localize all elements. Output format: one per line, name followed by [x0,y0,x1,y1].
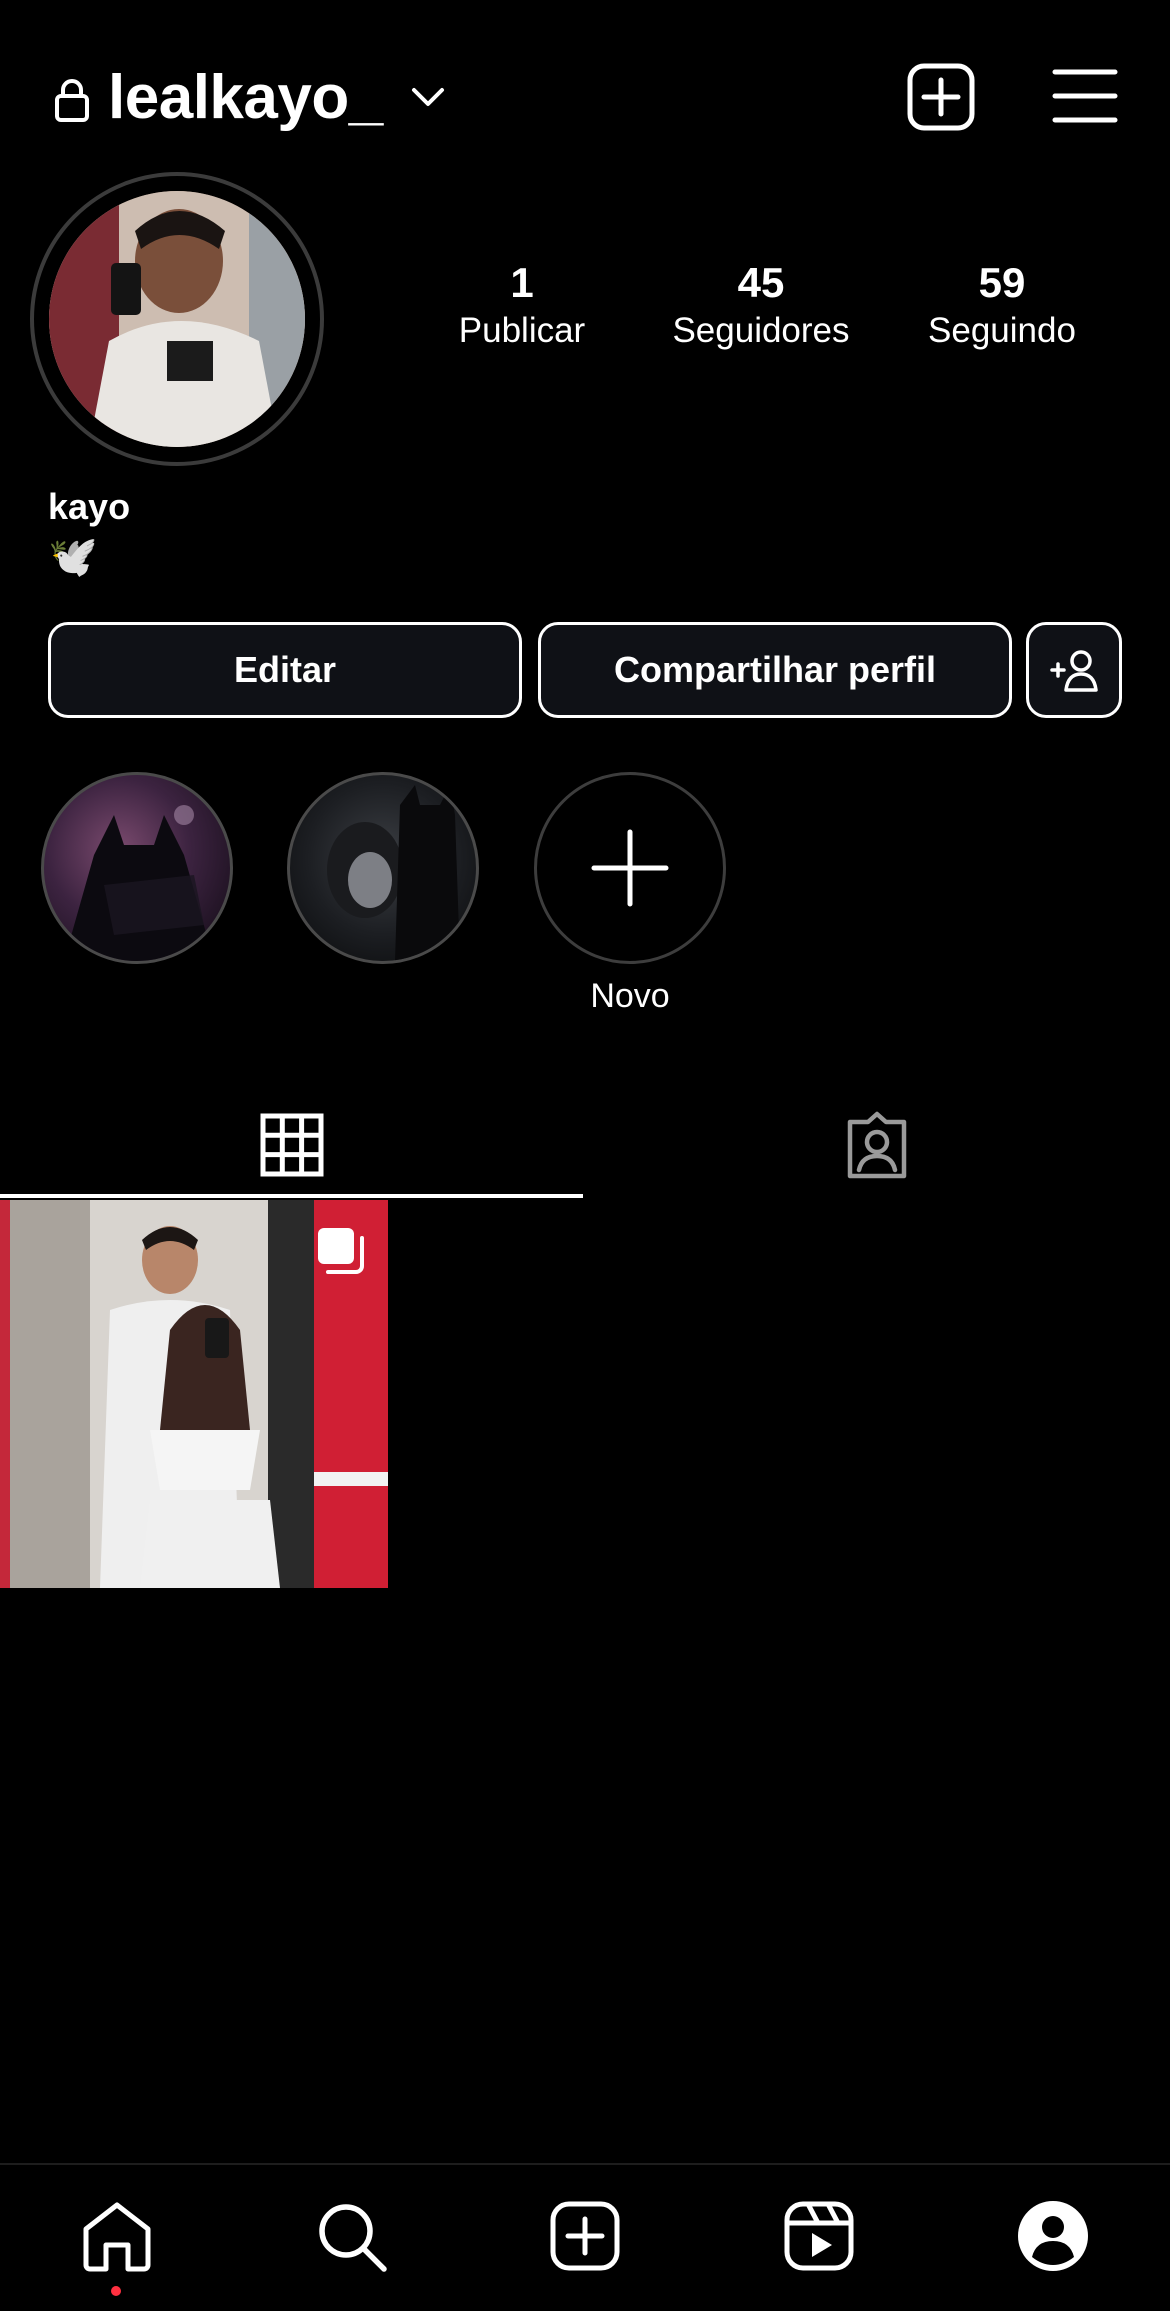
search-icon [319,2204,387,2272]
edit-profile-button[interactable]: Editar [48,622,522,718]
reels-icon [784,2201,854,2271]
bottom-nav-divider [0,2163,1170,2165]
lock-icon [54,78,90,122]
home-icon [83,2202,151,2272]
share-profile-button[interactable]: Compartilhar perfil [538,622,1012,718]
nav-search[interactable] [311,2196,391,2276]
discover-people-button[interactable] [1026,622,1122,718]
active-tab-indicator [0,1194,583,1198]
hamburger-menu-icon[interactable] [1052,66,1118,126]
bio-text: 🕊️ [48,535,98,579]
tab-posts-grid[interactable] [0,1090,583,1200]
avatar[interactable] [49,191,305,447]
stat-following-value: 59 [978,259,1026,306]
create-post-button[interactable] [906,62,976,132]
nav-home[interactable] [77,2196,157,2276]
notification-dot [111,2286,121,2296]
story-highlight[interactable] [287,772,479,964]
stat-followers-value: 45 [737,259,785,306]
plus-icon [591,829,669,907]
grid-icon [260,1113,323,1177]
stat-following[interactable]: 59 Seguindo [902,258,1102,354]
tagged-person-icon [847,1111,906,1179]
profile-username[interactable]: lealkayo_ [108,58,383,138]
add-person-icon [1050,650,1098,692]
nav-profile[interactable] [1013,2196,1093,2276]
tab-tagged[interactable] [583,1090,1170,1200]
new-highlight-label: Novo [590,977,670,1015]
stat-posts-label: Publicar [458,311,586,350]
stat-followers-label: Seguidores [672,311,850,350]
carousel-icon [314,1224,368,1278]
profile-icon [1018,2201,1088,2271]
nav-create[interactable] [545,2196,625,2276]
stat-following-label: Seguindo [928,311,1076,350]
stat-posts[interactable]: 1 Publicar [422,258,622,354]
nav-reels[interactable] [779,2196,859,2276]
stat-followers[interactable]: 45 Seguidores [661,258,861,354]
create-icon [550,2201,620,2271]
stat-posts-value: 1 [510,259,534,306]
chevron-down-icon[interactable] [410,84,446,112]
display-name: kayo [48,486,131,527]
story-highlight[interactable] [41,772,233,964]
new-highlight-button[interactable] [534,772,726,964]
